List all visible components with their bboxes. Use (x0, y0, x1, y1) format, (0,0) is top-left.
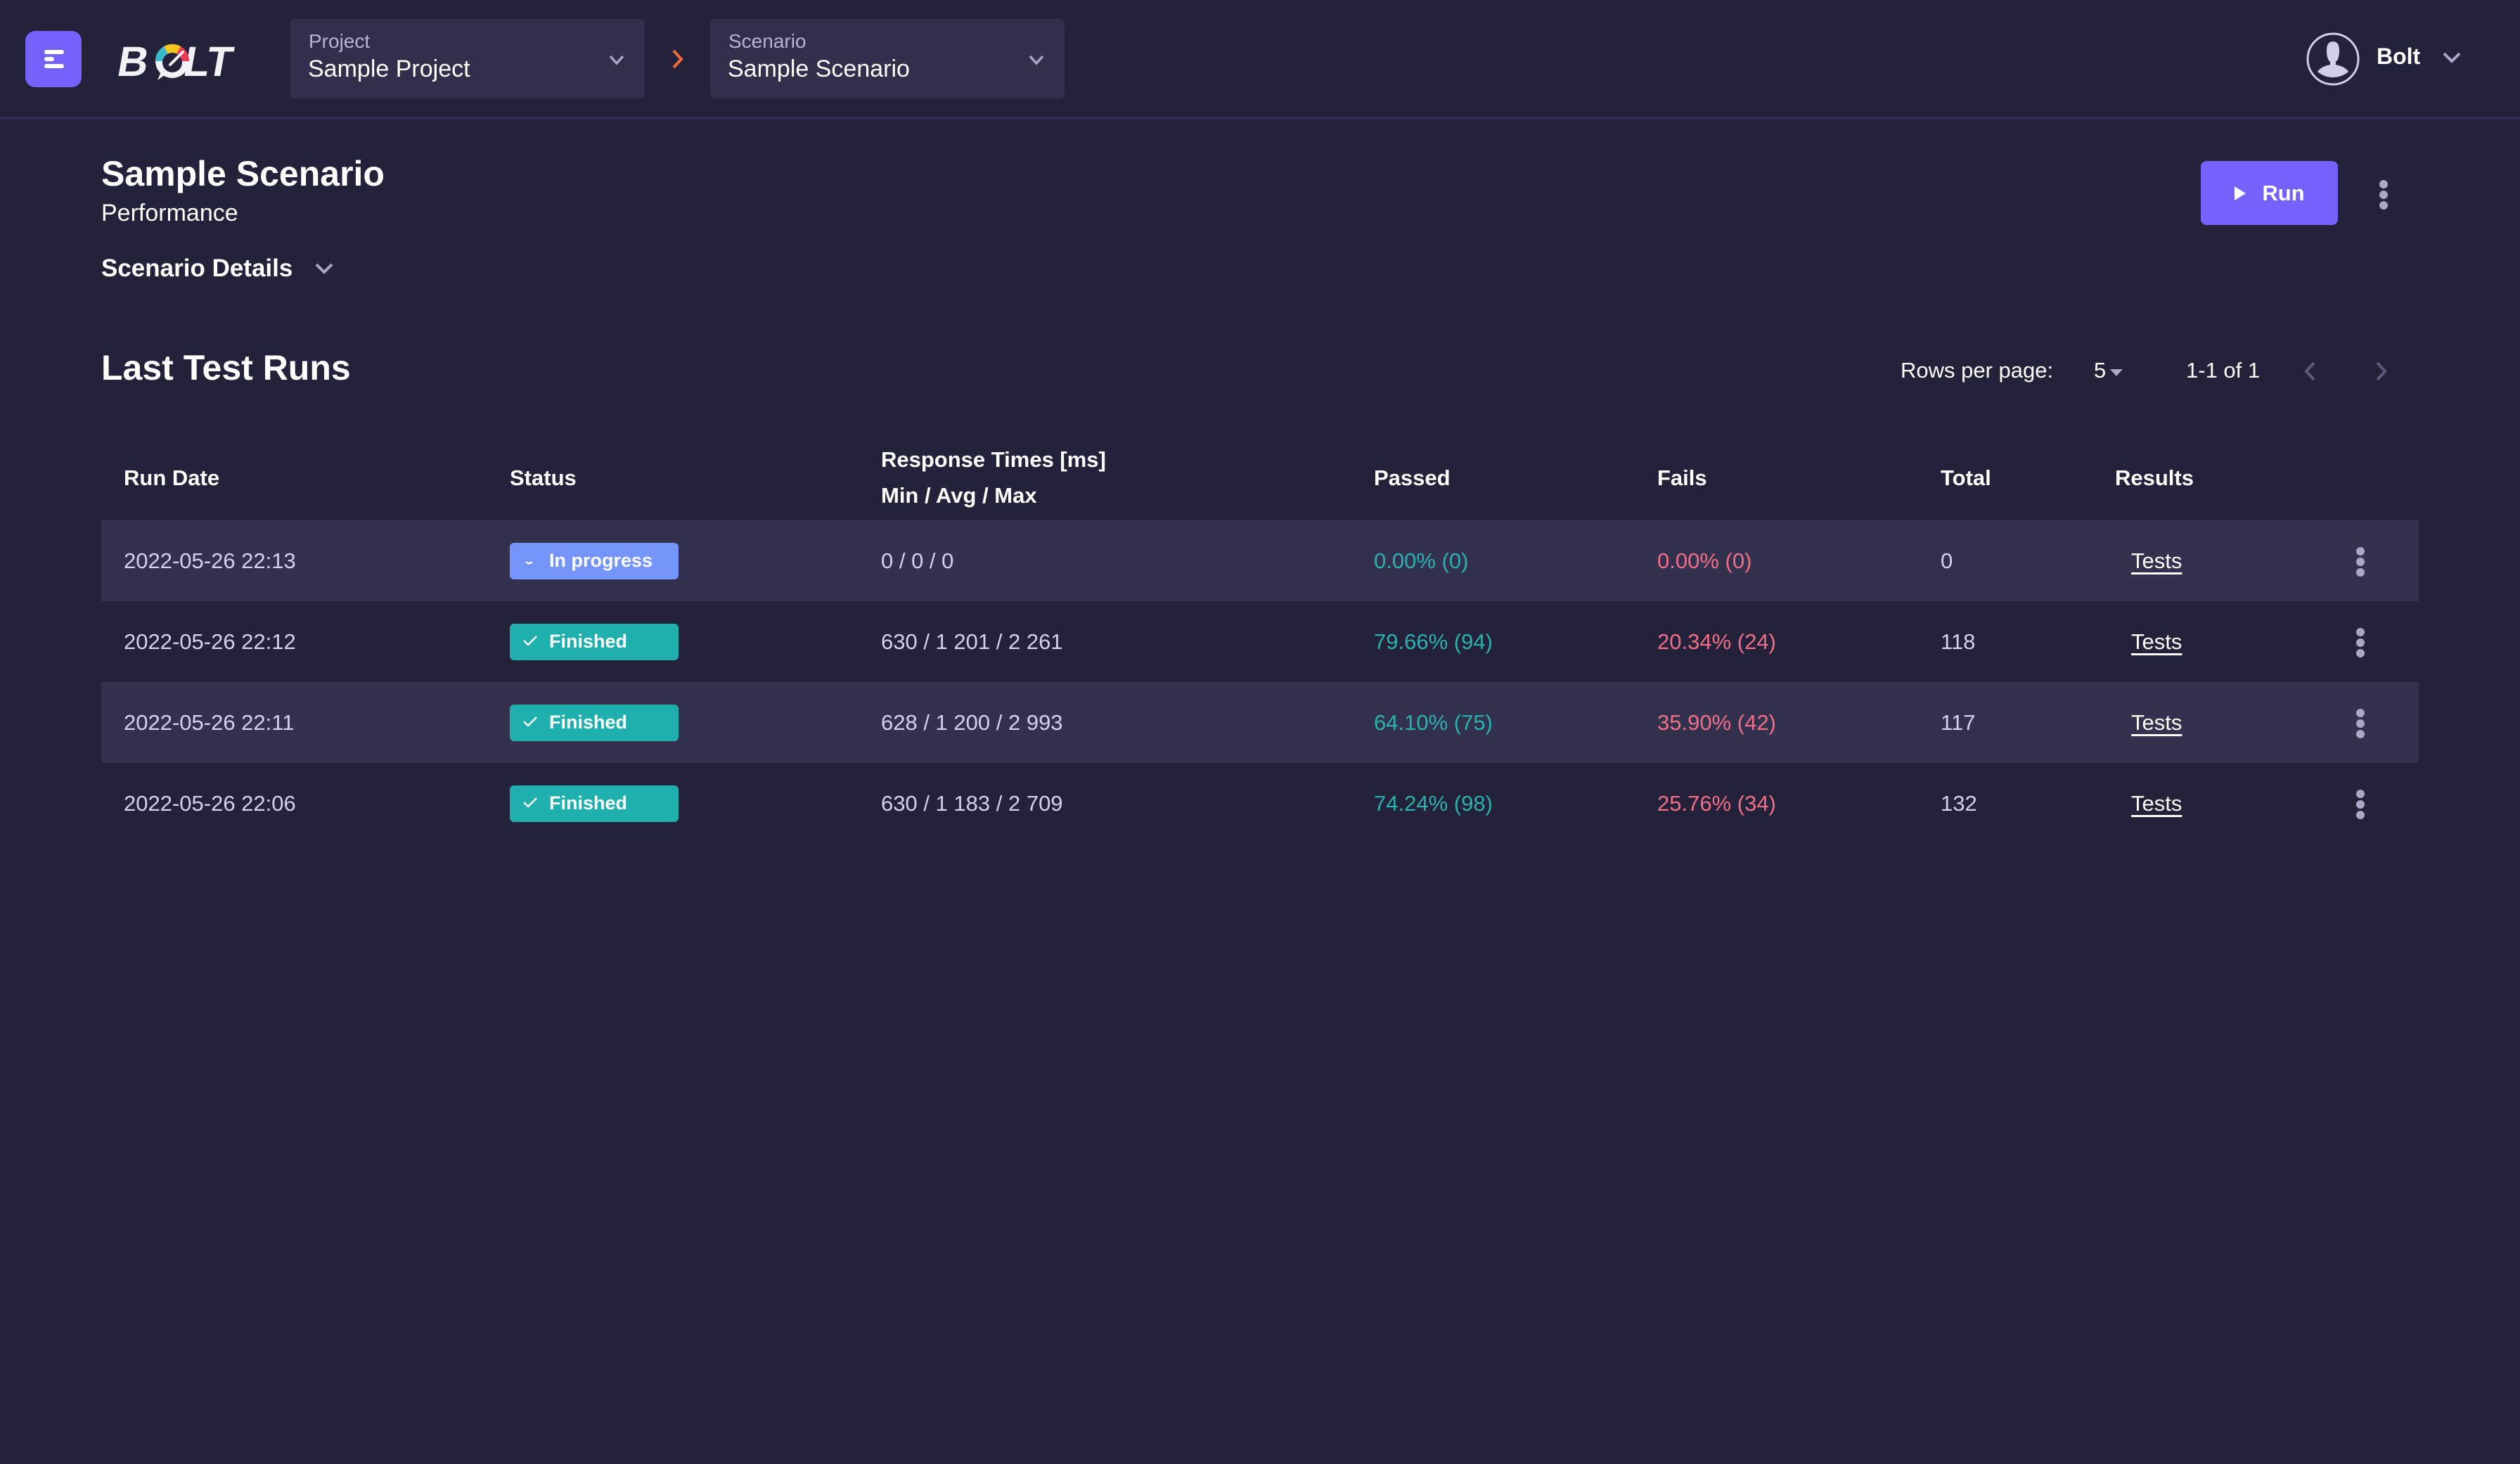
status-badge: Finished (510, 785, 679, 822)
rows-per-page-value: 5 (2094, 358, 2107, 383)
pagination-range: 1-1 of 1 (2186, 358, 2261, 383)
fails-value: 0.00% (0) (1657, 548, 1752, 573)
scenario-details-label: Scenario Details (101, 255, 293, 282)
status-label: Finished (549, 712, 628, 733)
total-value: 0 (1941, 548, 1953, 573)
total-value: 117 (1941, 709, 1976, 735)
play-icon (2235, 186, 2246, 200)
scenario-value: Sample Scenario (728, 56, 910, 82)
row-more-options-icon[interactable] (2355, 788, 2366, 819)
spinner-icon (522, 550, 538, 572)
column-run-date[interactable]: Run Date (124, 465, 219, 491)
tests-link[interactable]: Tests (2131, 548, 2182, 574)
scenario-dropdown[interactable]: Scenario Sample Scenario (710, 19, 1065, 98)
run-date: 2022-05-26 22:11 (124, 709, 295, 735)
status-label: Finished (549, 792, 628, 814)
scenario-details-toggle[interactable]: Scenario Details (101, 255, 335, 283)
fails-value: 35.90% (42) (1657, 709, 1776, 735)
last-test-runs-title: Last Test Runs (101, 348, 351, 387)
breadcrumb-chevron-right-icon (672, 49, 683, 69)
row-more-options-icon[interactable] (2355, 627, 2366, 657)
svg-text:B: B (114, 38, 153, 82)
logo-icon: B LT (114, 37, 237, 84)
run-date: 2022-05-26 22:13 (124, 548, 296, 573)
status-badge: Finished (510, 623, 679, 660)
user-avatar-icon[interactable] (2306, 32, 2360, 86)
response-times: 628 / 1 200 / 2 993 (881, 709, 1063, 735)
column-results[interactable]: Results (2115, 465, 2194, 491)
run-date: 2022-05-26 22:12 (124, 629, 296, 654)
run-button[interactable]: Run (2201, 161, 2338, 225)
response-times: 630 / 1 201 / 2 261 (881, 629, 1063, 654)
table-row[interactable]: 2022-05-26 22:06 Finished 630 / 1 183 / … (101, 763, 2419, 844)
scenario-label: Scenario (728, 30, 806, 52)
project-value: Sample Project (308, 56, 470, 82)
table-row[interactable]: 2022-05-26 22:12 Finished 630 / 1 201 / … (101, 601, 2419, 682)
passed-value: 0.00% (0) (1374, 548, 1469, 573)
column-passed[interactable]: Passed (1374, 465, 1451, 491)
user-menu-chevron-down-icon[interactable] (2441, 49, 2462, 66)
table-row[interactable]: 2022-05-26 22:11 Finished 628 / 1 200 / … (101, 682, 2419, 763)
chevron-down-icon (1029, 55, 1044, 65)
project-dropdown[interactable]: Project Sample Project (290, 19, 645, 98)
page-title: Sample Scenario (101, 154, 385, 193)
chevron-down-icon (315, 263, 333, 274)
check-icon (522, 792, 538, 814)
column-status[interactable]: Status (510, 465, 577, 491)
column-response-times[interactable]: Response Times [ms] (881, 447, 1106, 473)
passed-value: 74.24% (98) (1374, 790, 1493, 816)
run-date: 2022-05-26 22:06 (124, 790, 296, 816)
passed-value: 79.66% (94) (1374, 629, 1493, 654)
row-more-options-icon[interactable] (2355, 707, 2366, 738)
total-value: 118 (1941, 629, 1976, 654)
caret-down-icon (2110, 369, 2123, 376)
fails-value: 20.34% (24) (1657, 629, 1776, 654)
table-row[interactable]: 2022-05-26 22:13 In progress 0 / 0 / 0 0… (101, 520, 2419, 601)
rows-per-page-label: Rows per page: (1901, 358, 2054, 383)
tests-link[interactable]: Tests (2131, 629, 2182, 655)
status-badge: In progress (510, 542, 679, 579)
column-response-subtitle: Min / Avg / Max (881, 483, 1037, 508)
response-times: 630 / 1 183 / 2 709 (881, 790, 1063, 816)
check-icon (522, 631, 538, 653)
response-times: 0 / 0 / 0 (881, 548, 954, 573)
tests-link[interactable]: Tests (2131, 710, 2182, 736)
project-label: Project (309, 30, 371, 52)
run-button-label: Run (2262, 180, 2305, 205)
user-name[interactable]: Bolt (2377, 44, 2420, 70)
row-more-options-icon[interactable] (2355, 546, 2366, 577)
column-total[interactable]: Total (1941, 465, 1991, 491)
total-value: 132 (1941, 790, 1977, 816)
rows-per-page-select[interactable]: 5 (2094, 358, 2123, 383)
tests-link[interactable]: Tests (2131, 791, 2182, 816)
status-badge: Finished (510, 704, 679, 741)
status-label: Finished (549, 631, 628, 652)
column-fails[interactable]: Fails (1657, 465, 1707, 491)
chevron-down-icon (609, 55, 624, 65)
check-icon (522, 712, 538, 733)
status-label: In progress (549, 550, 653, 571)
bolt-logo[interactable]: B LT (112, 37, 249, 84)
scenario-more-options-icon[interactable] (2378, 179, 2389, 210)
fails-value: 25.76% (34) (1657, 790, 1776, 816)
passed-value: 64.10% (75) (1374, 709, 1493, 735)
page-subtitle: Performance (101, 200, 238, 226)
previous-page-button[interactable] (2302, 359, 2319, 384)
next-page-button[interactable] (2372, 359, 2389, 384)
menu-button[interactable] (25, 31, 82, 87)
